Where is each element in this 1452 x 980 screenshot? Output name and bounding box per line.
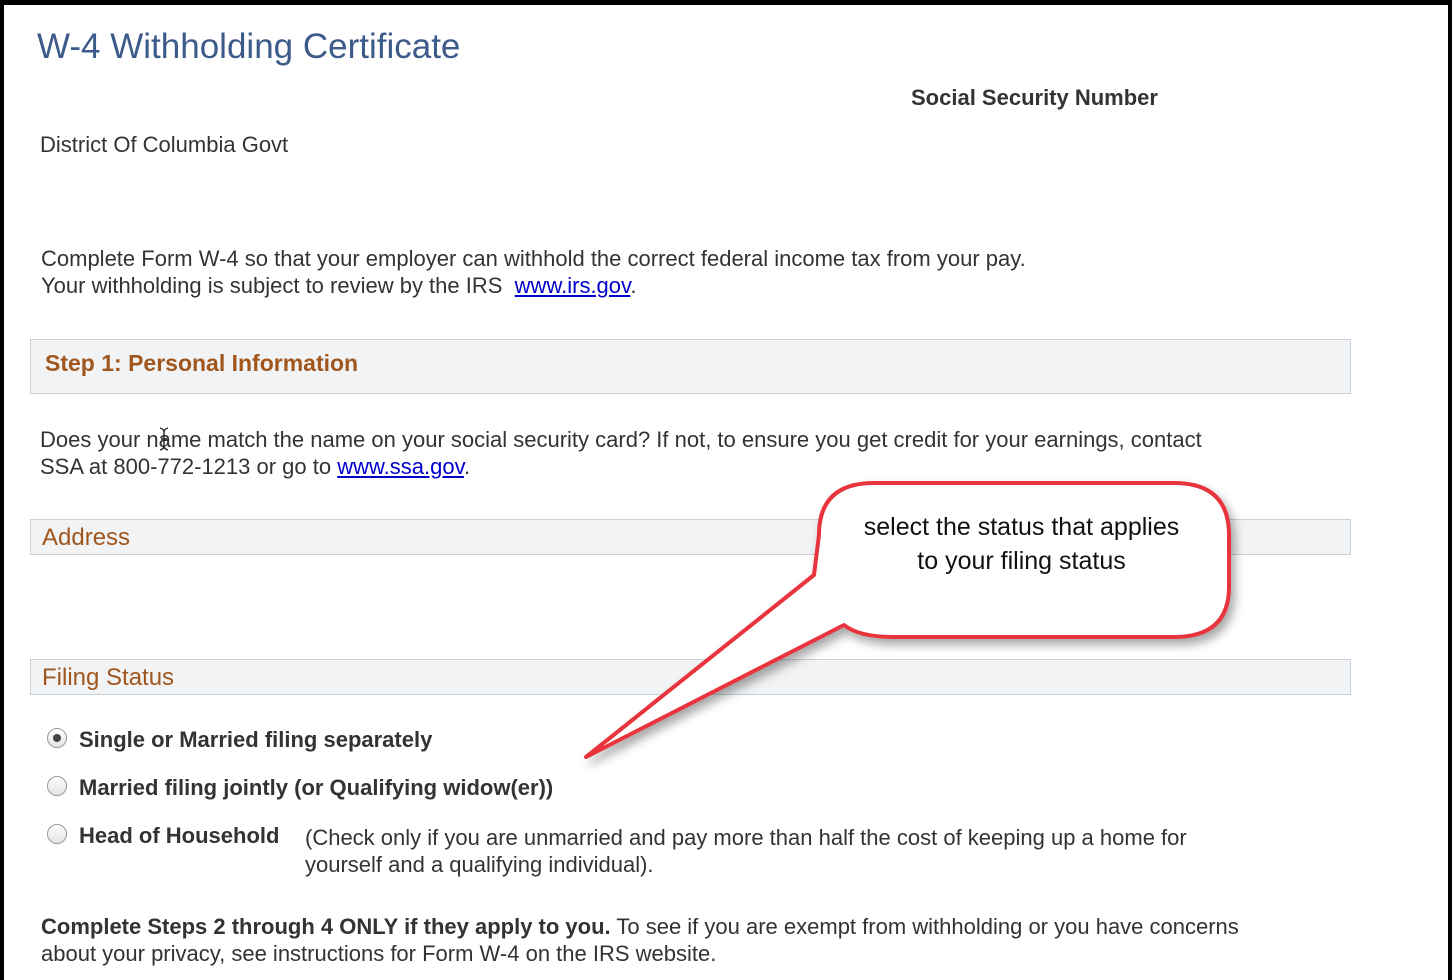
radio-label-head-of-household: Head of Household xyxy=(79,823,280,848)
radio-label-married-jointly: Married filing jointly (or Qualifying wi… xyxy=(79,775,554,800)
steps-2-4-note: Complete Steps 2 through 4 ONLY if they … xyxy=(41,913,1239,967)
ssn-label: Social Security Number xyxy=(911,85,1158,110)
radio-label-single: Single or Married filing separately xyxy=(79,727,433,752)
head-of-household-description: (Check only if you are unmarried and pay… xyxy=(305,824,1187,878)
name-note-line-1: Does your name match the name on your so… xyxy=(40,427,1202,452)
page-title: W-4 Withholding Certificate xyxy=(37,27,461,66)
ssa-link[interactable]: www.ssa.gov xyxy=(337,454,464,479)
hoh-desc-line-2: yourself and a qualifying individual). xyxy=(305,852,654,877)
irs-link[interactable]: www.irs.gov xyxy=(515,273,631,298)
radio-single[interactable] xyxy=(47,728,67,748)
radio-head-of-household[interactable] xyxy=(47,824,67,844)
filing-status-title: Filing Status xyxy=(42,664,175,691)
intro-line-2-suffix: . xyxy=(630,273,637,298)
address-title: Address xyxy=(42,524,131,551)
radio-married-jointly[interactable] xyxy=(47,776,67,796)
name-note-line-2-prefix: SSA at 800-772-1213 or go to xyxy=(40,454,332,479)
step1-title: Step 1: Personal Information xyxy=(45,350,359,376)
w4-page: W-4 Withholding Certificate Social Secur… xyxy=(0,0,1452,980)
steps-note-bold: Complete Steps 2 through 4 ONLY if they … xyxy=(41,914,611,939)
intro-line-2-prefix: Your withholding is subject to review by… xyxy=(41,273,503,298)
hoh-desc-line-1: (Check only if you are unmarried and pay… xyxy=(305,825,1187,850)
employer-name: District Of Columbia Govt xyxy=(40,132,289,157)
intro-line-2: Your withholding is subject to review by… xyxy=(41,272,1026,299)
intro-line-1: Complete Form W-4 so that your employer … xyxy=(41,246,1026,271)
step1-header: Step 1: Personal Information xyxy=(30,339,1351,394)
filing-option-married-jointly[interactable]: Married filing jointly (or Qualifying wi… xyxy=(47,775,553,801)
callout-text: select the status that applies to your f… xyxy=(863,513,1180,575)
text-cursor-icon xyxy=(159,427,169,451)
filing-option-single[interactable]: Single or Married filing separately xyxy=(47,727,432,753)
steps-note-line-1: Complete Steps 2 through 4 ONLY if they … xyxy=(41,913,1239,940)
name-note-line-2-suffix: . xyxy=(463,454,471,479)
filing-option-head-of-household[interactable]: Head of Household xyxy=(47,823,279,849)
steps-note-rest: To see if you are exempt from withholdin… xyxy=(616,914,1239,939)
intro-text: Complete Form W-4 so that your employer … xyxy=(41,245,1026,299)
name-match-note: Does your name match the name on your so… xyxy=(40,426,1202,480)
steps-note-line-2: about your privacy, see instructions for… xyxy=(41,941,717,966)
